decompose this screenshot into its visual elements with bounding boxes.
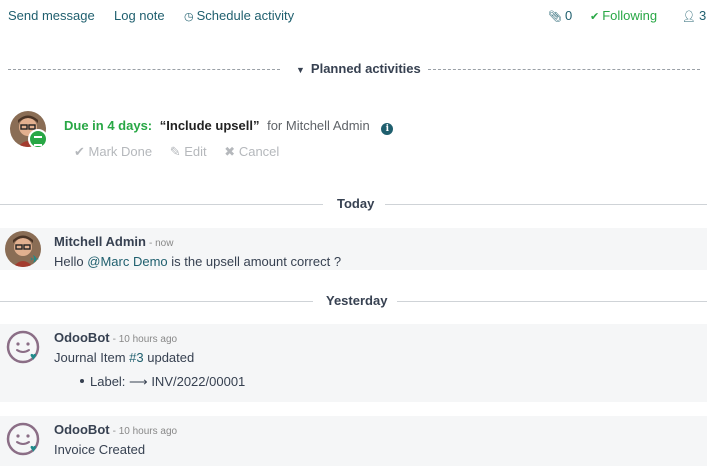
body-text: Journal Item	[54, 350, 130, 365]
chatter-toolbar: Send message Log note ◷ Schedule activity…	[0, 0, 707, 32]
body-text: is the upsell amount correct ?	[167, 254, 342, 269]
separator-label: Today	[337, 196, 375, 211]
divider	[0, 301, 313, 302]
heart-icon: ♥	[30, 443, 37, 455]
heart-icon: ♥	[30, 351, 37, 363]
activity-actions: ✔ Mark Done ✎ Edit ✖ Cancel	[74, 144, 293, 160]
message-body: Hello @Marc Demo is the upsell amount co…	[54, 254, 341, 269]
mark-done-button[interactable]: ✔ Mark Done	[74, 144, 152, 160]
date-separator-today: Today	[0, 194, 707, 214]
schedule-activity-button[interactable]: ◷ Schedule activity	[184, 8, 294, 23]
date-separator-yesterday: Yesterday	[0, 291, 707, 311]
bullet	[80, 379, 84, 383]
activity-line: Due in 4 days: “Include upsell” for Mitc…	[64, 118, 394, 135]
check-icon: ✔	[74, 144, 85, 159]
message-date: - 10 hours ago	[112, 426, 178, 437]
paperclip-icon: 📎︎	[548, 11, 562, 23]
mention-link[interactable]: @Marc Demo	[87, 254, 167, 269]
message: ✈ Mitchell Admin - now Hello @Marc Demo i…	[0, 228, 707, 270]
log-note-button[interactable]: Log note	[114, 8, 165, 23]
planned-activities-separator: ▼ Planned activities	[0, 59, 707, 79]
record-link[interactable]: #3	[129, 350, 143, 365]
planned-activities-toggle[interactable]: ▼ Planned activities	[296, 61, 421, 76]
message-body: Journal Item #3 updated	[54, 350, 194, 365]
mark-done-label: Mark Done	[88, 144, 153, 159]
arrow-right-icon: ⟶	[129, 374, 148, 389]
check-icon: ✔	[590, 11, 600, 23]
edit-label: Edit	[184, 144, 207, 159]
divider	[397, 301, 707, 302]
message-body: Invoice Created	[54, 442, 146, 457]
activity-summary: “Include upsell”	[159, 118, 260, 133]
separator-label: Yesterday	[326, 293, 388, 308]
following-label: Following	[602, 8, 658, 23]
pencil-icon: ✎	[169, 144, 181, 159]
activity-assignee: for Mitchell Admin	[267, 118, 370, 133]
body-text: updated	[143, 350, 195, 365]
message-author: OdooBot - 10 hours ago	[54, 422, 177, 437]
tracking-new-value: INV/2022/00001	[151, 374, 246, 389]
message-date: - now	[148, 238, 174, 249]
divider	[428, 69, 700, 70]
followers-count: 3	[698, 8, 707, 23]
divider	[0, 204, 323, 205]
message-date: - 10 hours ago	[112, 334, 178, 345]
user-icon: 👤︎	[682, 11, 696, 23]
caret-down-icon: ▼	[296, 65, 305, 75]
activity-due: Due in 4 days:	[64, 118, 153, 133]
author-name: OdooBot	[54, 422, 110, 437]
send-message-button[interactable]: Send message	[8, 8, 95, 23]
followers-button[interactable]: 👤︎ 3	[682, 8, 706, 23]
close-icon: ✖	[224, 144, 236, 159]
tracking-label: Label:	[90, 374, 126, 389]
message-author: OdooBot - 10 hours ago	[54, 330, 177, 345]
planned-activities-label: Planned activities	[310, 61, 421, 76]
cancel-label: Cancel	[238, 144, 280, 159]
attachments-count: 0	[564, 8, 573, 23]
divider	[385, 204, 707, 205]
info-icon[interactable]: i	[381, 123, 394, 135]
body-text: Hello	[54, 254, 88, 269]
schedule-activity-label: Schedule activity	[196, 8, 295, 23]
edit-button[interactable]: ✎ Edit	[170, 144, 207, 160]
airplane-icon: ✈	[30, 254, 40, 266]
message-author: Mitchell Admin - now	[54, 234, 173, 249]
author-name: Mitchell Admin	[54, 234, 146, 249]
cancel-button[interactable]: ✖ Cancel	[224, 144, 279, 160]
divider	[8, 69, 280, 70]
attachments-button[interactable]: 📎︎ 0	[548, 8, 572, 23]
message: ♥ OdooBot - 10 hours ago Journal Item #3 …	[0, 324, 707, 402]
activity-type-icon	[28, 129, 48, 149]
author-name: OdooBot	[54, 330, 110, 345]
clock-icon: ◷	[184, 11, 194, 23]
tracking-value: Label: ⟶ INV/2022/00001	[80, 374, 245, 390]
following-button[interactable]: ✔ Following	[590, 8, 657, 23]
message: ♥ OdooBot - 10 hours ago Invoice Created	[0, 416, 707, 466]
